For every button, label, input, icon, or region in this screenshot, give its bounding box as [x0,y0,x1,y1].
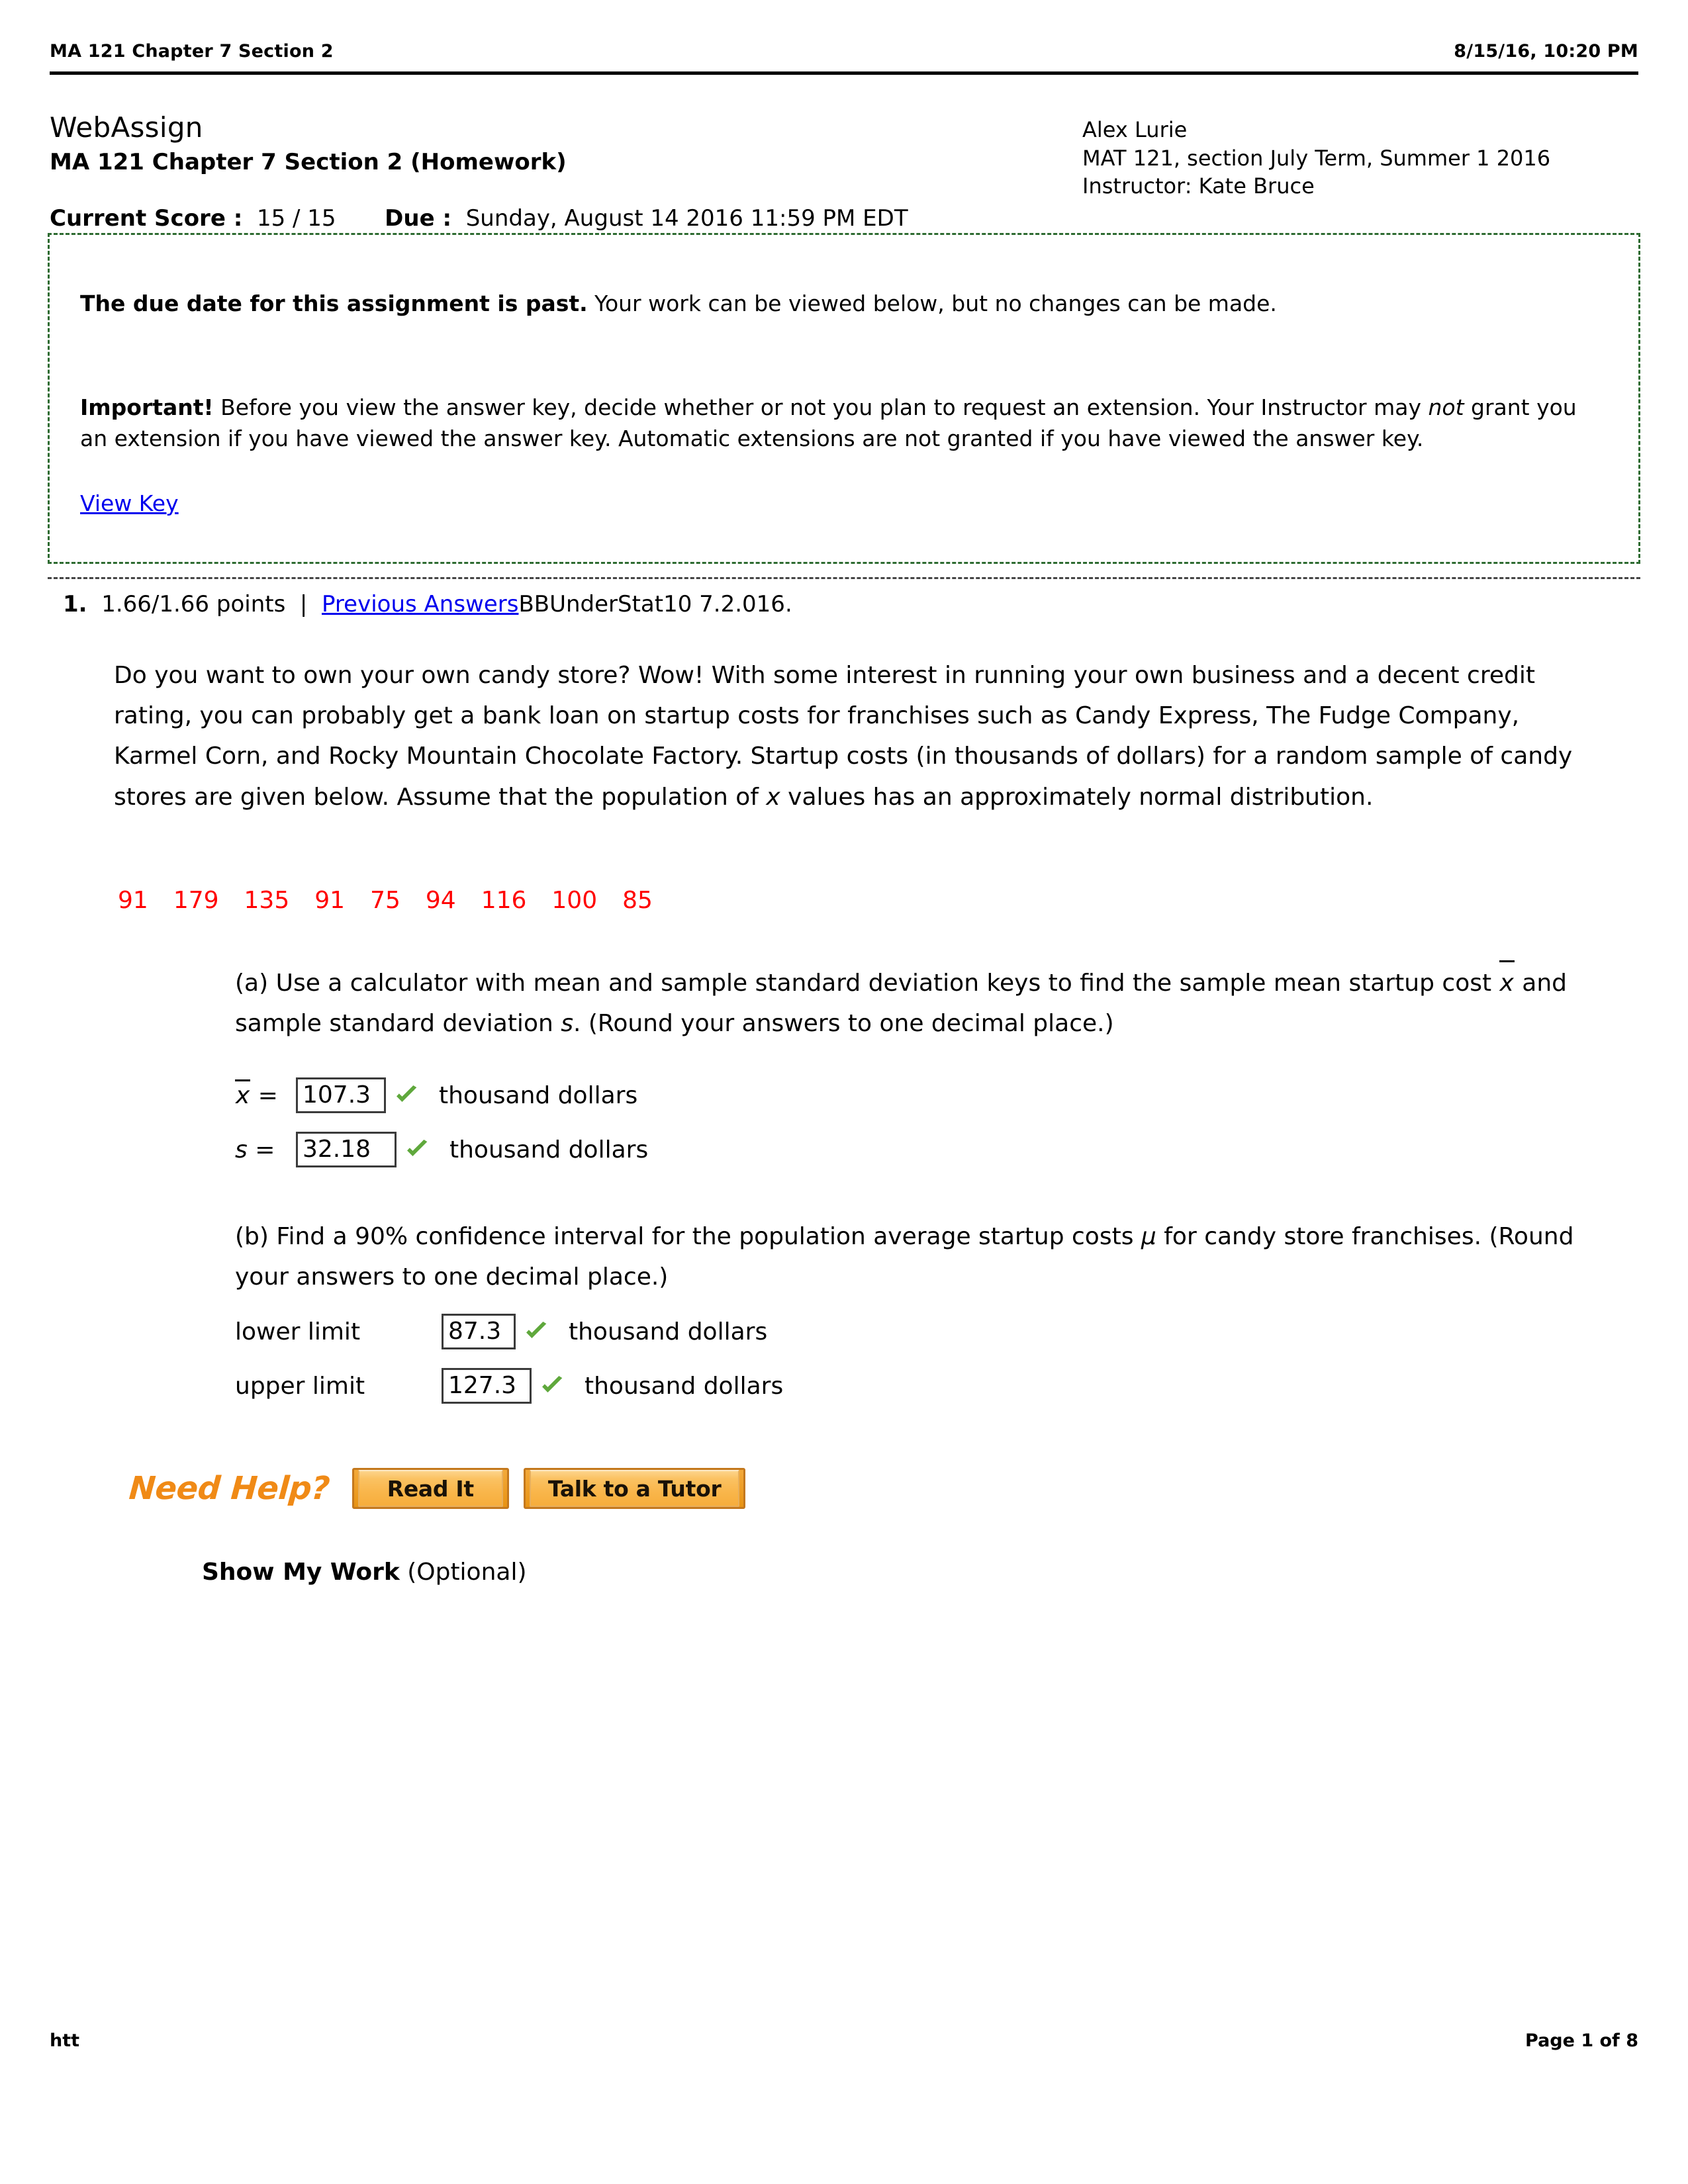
lower-limit-units: thousand dollars [569,1318,768,1345]
s-answer-input[interactable]: 32.18 [296,1132,397,1167]
question-separator: | [299,591,308,617]
data-value: 179 [173,887,219,914]
important-italic-not: not [1428,394,1464,421]
read-it-button[interactable]: Read It [352,1468,509,1509]
question-points: 1.66/1.66 points [101,591,286,617]
answer-row-xbar: x = 107.3 thousand dollars [235,1077,637,1113]
s-symbol: s [235,1136,248,1163]
read-it-button-label: Read It [357,1470,503,1507]
question-body-text: Do you want to own your own candy store?… [114,655,1590,817]
current-score-label: Current Score : [50,205,243,232]
question-variable-x: x [766,783,780,811]
score-and-due-line: Current Score : 15 / 15 Due : Sunday, Au… [50,205,908,232]
show-my-work-section[interactable]: Show My Work (Optional) [202,1559,527,1586]
correct-check-icon [391,1080,422,1111]
past-due-message: The due date for this assignment is past… [80,288,1608,319]
lower-limit-label: lower limit [235,1318,361,1345]
data-value: 85 [622,887,653,914]
answer-row-s: s = 32.18 thousand dollars [235,1132,648,1167]
view-key-link[interactable]: View Key [80,490,179,516]
lower-limit-answer-input[interactable]: 87.3 [442,1314,516,1349]
brand-block: WebAssign MA 121 Chapter 7 Section 2 (Ho… [50,111,567,175]
print-header-timestamp: 8/15/16, 10:20 PM [1454,41,1638,62]
assignment-notice-box: The due date for this assignment is past… [48,233,1640,564]
webassign-logo: WebAssign [50,111,203,144]
upper-limit-answer-input[interactable]: 127.3 [442,1368,532,1404]
part-a-xbar-symbol: x [1499,960,1515,1003]
need-help-label: Need Help? [128,1470,331,1507]
important-text-1: Before you view the answer key, decide w… [213,394,1429,421]
data-value: 91 [314,887,346,914]
instructor-name: Instructor: Kate Bruce [1082,173,1315,199]
s-equals: = [247,1136,275,1163]
sample-data-values: 91 179 135 91 75 94 116 100 85 [118,887,653,914]
data-value: 91 [118,887,148,914]
course-section: MAT 121, section July Term, Summer 1 201… [1082,145,1551,171]
question-part-b-text: (b) Find a 90% confidence interval for t… [235,1216,1592,1297]
correct-check-icon [521,1316,551,1347]
question-part-a-text: (a) Use a calculator with mean and sampl… [235,960,1592,1044]
previous-answers-link[interactable]: Previous Answers [322,591,518,617]
assignment-header: WebAssign MA 121 Chapter 7 Section 2 (Ho… [50,111,1638,201]
part-a-s-symbol: s [561,1010,573,1038]
assignment-title: MA 121 Chapter 7 Section 2 (Homework) [50,148,567,175]
upper-limit-units: thousand dollars [585,1372,784,1400]
due-value: Sunday, August 14 2016 11:59 PM EDT [465,205,908,232]
talk-to-a-tutor-button[interactable]: Talk to a Tutor [523,1468,746,1509]
need-help-bar: Need Help? Read It Talk to a Tutor [128,1468,760,1509]
student-info: Alex Lurie MAT 121, section July Term, S… [1082,111,1638,201]
print-footer-pagenum: Page 1 of 8 [1525,2030,1638,2051]
print-footer-url: htt [50,2030,80,2051]
print-footer: htt Page 1 of 8 [50,2030,1638,2051]
important-bold-text: Important! [80,394,214,421]
question-body-part2: values has an approximately normal distr… [780,783,1374,811]
s-units: thousand dollars [449,1136,649,1163]
student-name: Alex Lurie [1082,117,1188,142]
past-due-rest-text: Your work can be viewed below, but no ch… [587,291,1277,316]
show-my-work-optional: (Optional) [399,1559,527,1586]
print-header: MA 121 Chapter 7 Section 2 8/15/16, 10:2… [50,41,1638,62]
printed-assignment-page: MA 121 Chapter 7 Section 2 8/15/16, 10:2… [0,0,1688,2184]
data-value: 116 [481,887,527,914]
upper-limit-label: upper limit [235,1372,365,1400]
notice-bottom-divider [48,577,1640,579]
answer-row-lower-limit: lower limit 87.3 thousand dollars [235,1314,767,1349]
correct-check-icon [402,1134,432,1165]
problem-code: BBUnderStat10 7.2.016. [518,591,792,617]
data-value: 100 [551,887,598,914]
xbar-equals: = [250,1081,278,1109]
xbar-units: thousand dollars [439,1081,638,1109]
question-header: 1. 1.66/1.66 points | Previous AnswersBB… [63,591,792,617]
data-value: 94 [425,887,456,914]
data-value: 75 [370,887,400,914]
current-score-value: 15 / 15 [256,205,336,232]
part-b-text-1: (b) Find a 90% confidence interval for t… [235,1223,1141,1250]
past-due-bold-text: The due date for this assignment is past… [80,291,588,316]
talk-to-a-tutor-button-label: Talk to a Tutor [529,1470,740,1507]
xbar-answer-input[interactable]: 107.3 [296,1077,386,1113]
part-a-text-3: . (Round your answers to one decimal pla… [573,1010,1114,1038]
important-message: Important! Before you view the answer ke… [80,392,1608,454]
print-header-title: MA 121 Chapter 7 Section 2 [50,41,334,62]
show-my-work-label: Show My Work [202,1559,400,1586]
xbar-label: x = [235,1079,296,1109]
correct-check-icon [537,1371,567,1401]
part-a-text-1: (a) Use a calculator with mean and sampl… [235,970,1499,997]
answer-row-upper-limit: upper limit 127.3 thousand dollars [235,1368,783,1404]
data-value: 135 [244,887,290,914]
xbar-symbol: x [235,1079,251,1109]
due-label: Due : [385,205,452,232]
part-b-mu-symbol: μ [1141,1223,1156,1250]
s-label: s = [235,1136,296,1163]
question-number: 1. [63,591,87,617]
header-divider [50,71,1638,75]
